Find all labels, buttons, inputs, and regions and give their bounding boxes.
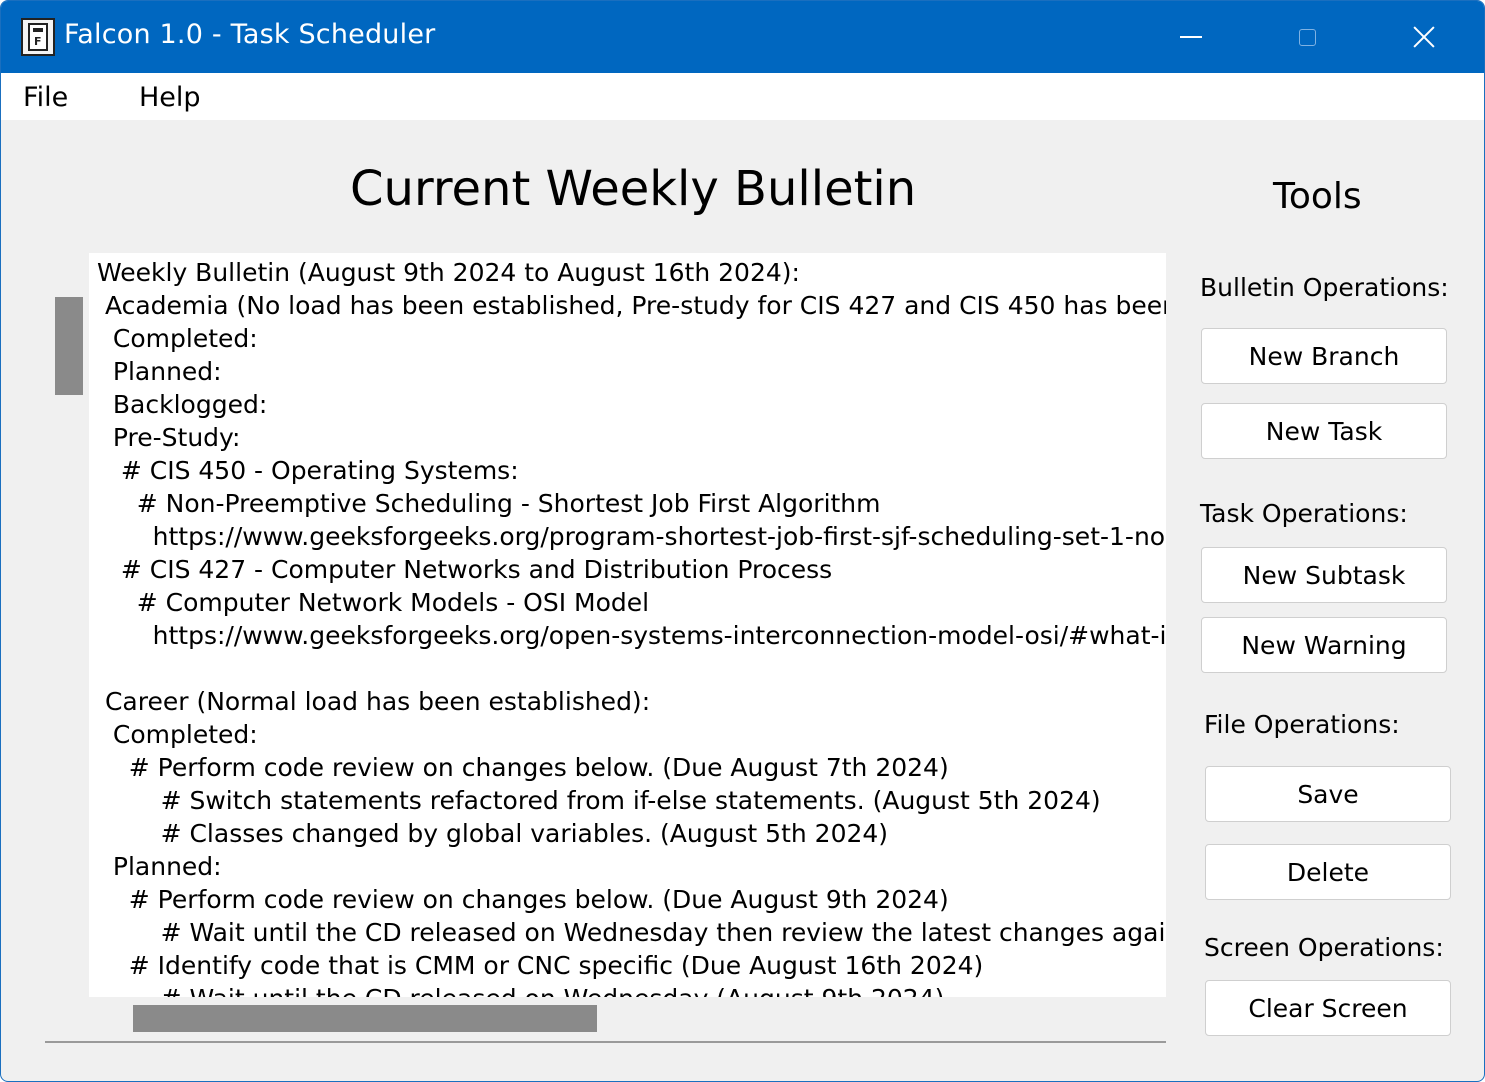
close-icon [1412,25,1436,49]
menu-bar: File Help [1,73,1484,120]
vertical-scrollbar[interactable] [45,253,89,997]
bulletin-line: Backlogged: [97,390,268,419]
new-subtask-button[interactable]: New Subtask [1201,547,1447,603]
bulletin-line: Completed: [97,720,258,749]
falcon-app-icon [21,18,55,56]
clear-screen-button[interactable]: Clear Screen [1205,980,1451,1036]
menu-help[interactable]: Help [139,82,201,113]
vertical-scroll-thumb[interactable] [55,297,83,395]
bulletin-line: https://www.geeksforgeeks.org/open-syste… [97,621,1166,650]
screen-operations-label: Screen Operations: [1204,933,1444,962]
bulletin-text-area[interactable]: Weekly Bulletin (August 9th 2024 to Augu… [89,253,1166,997]
file-operations-label: File Operations: [1204,710,1400,739]
bulletin-line: # CIS 450 - Operating Systems: [97,456,519,485]
task-operations-label: Task Operations: [1200,499,1408,528]
minimize-button[interactable] [1133,1,1249,73]
new-warning-button[interactable]: New Warning [1201,617,1447,673]
new-task-button[interactable]: New Task [1201,403,1447,459]
window-title: Falcon 1.0 - Task Scheduler [64,19,436,50]
bulletin-line: # Classes changed by global variables. (… [97,819,889,848]
bulletin-line: # Switch statements refactored from if-e… [97,786,1101,815]
bulletin-line: # Perform code review on changes below. … [97,885,949,914]
new-branch-button[interactable]: New Branch [1201,328,1447,384]
bulletin-panel: Weekly Bulletin (August 9th 2024 to Augu… [45,253,1166,1043]
bulletin-line: Completed: [97,324,258,353]
bulletin-line: Planned: [97,852,222,881]
bulletin-line: https://www.geeksforgeeks.org/program-sh… [97,522,1166,551]
title-bar[interactable]: Falcon 1.0 - Task Scheduler [1,1,1484,73]
bulletin-line: # CIS 427 - Computer Networks and Distri… [97,555,833,584]
horizontal-scrollbar[interactable] [89,997,1166,1041]
minimize-icon [1180,36,1202,38]
tools-heading: Tools [1273,176,1362,217]
bulletin-line: # Identify code that is CMM or CNC speci… [97,951,984,980]
close-button[interactable] [1366,1,1482,73]
save-button[interactable]: Save [1205,766,1451,822]
bulletin-line: # Perform code review on changes below. … [97,753,949,782]
bulletin-operations-label: Bulletin Operations: [1200,273,1449,302]
bulletin-line: # Computer Network Models - OSI Model [97,588,650,617]
menu-file[interactable]: File [23,82,68,113]
delete-button[interactable]: Delete [1205,844,1451,900]
bulletin-heading: Current Weekly Bulletin [350,161,917,217]
maximize-button[interactable] [1249,1,1365,73]
horizontal-scroll-thumb[interactable] [133,1005,597,1032]
bulletin-line: Career (Normal load has been established… [97,687,651,716]
bulletin-line: Planned: [97,357,222,386]
app-window: Falcon 1.0 - Task Scheduler File Help Cu… [0,0,1485,1082]
maximize-icon [1298,28,1316,46]
bulletin-line: Weekly Bulletin (August 9th 2024 to Augu… [97,258,800,287]
bulletin-line: Academia (No load has been established, … [97,291,1166,320]
bulletin-line: Pre-Study: [97,423,241,452]
bulletin-line: # Wait until the CD released on Wednesda… [97,918,1166,947]
bulletin-line: # Wait until the CD released on Wednesda… [97,982,945,997]
bulletin-line: # Non-Preemptive Scheduling - Shortest J… [97,489,881,518]
